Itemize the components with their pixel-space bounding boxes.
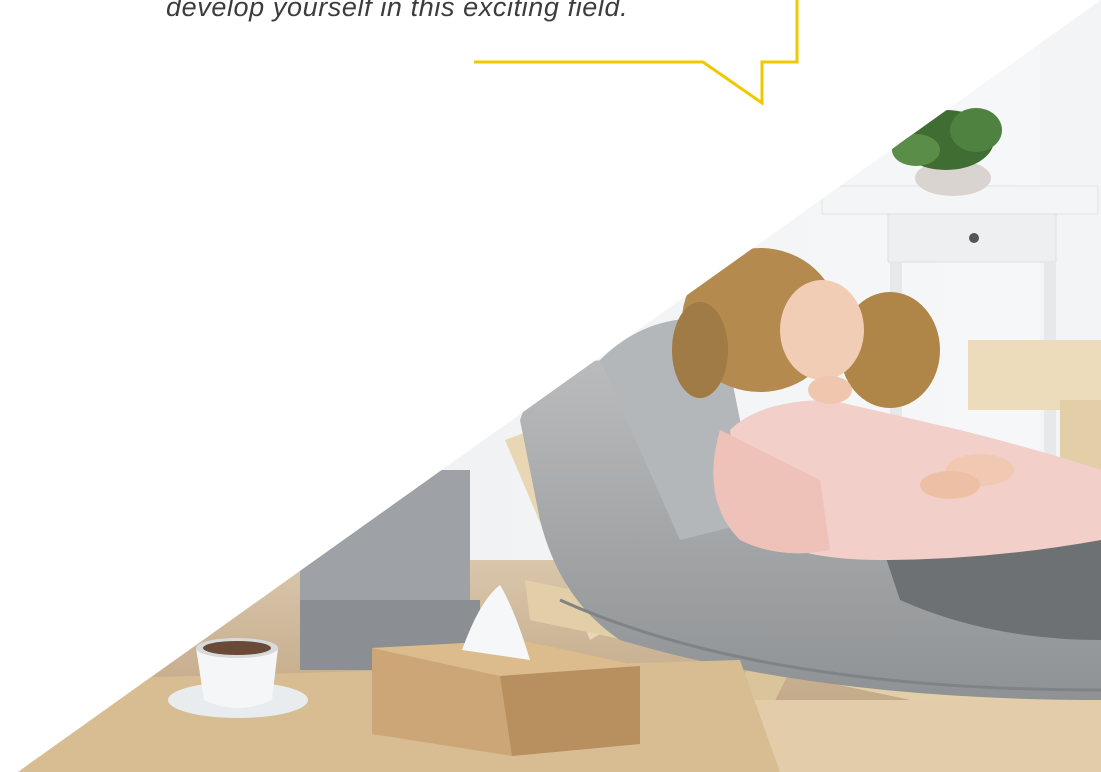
speech-bubble-outline <box>474 0 799 106</box>
